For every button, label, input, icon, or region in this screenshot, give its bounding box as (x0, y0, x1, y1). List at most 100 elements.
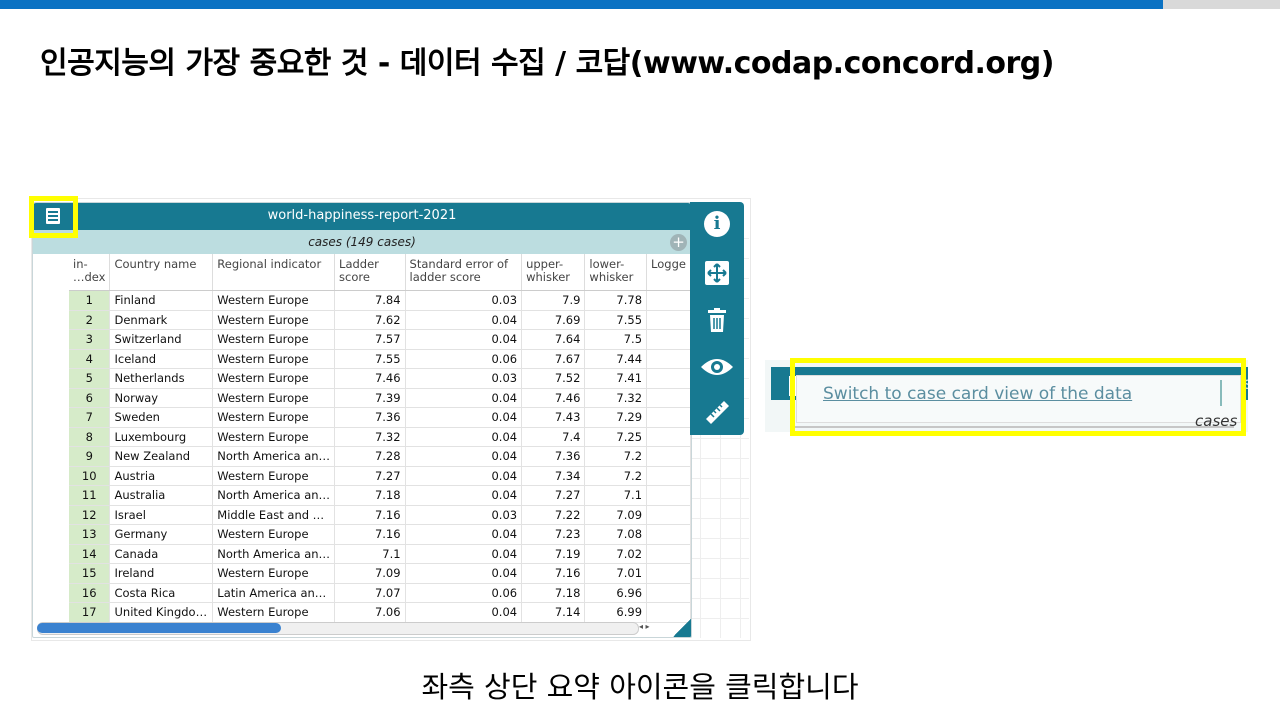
table-cell[interactable]: 7.55 (334, 349, 406, 369)
table-cell[interactable]: 7.18 (334, 485, 406, 506)
table-row[interactable]: 17 United Kingdo… Western Europe 7.06 0.04 7.… (69, 602, 691, 623)
table-cell[interactable]: North America an… (212, 446, 336, 467)
table-cell[interactable]: 0.04 (405, 446, 523, 467)
table-cell[interactable] (646, 290, 691, 311)
table-cell[interactable]: 7.18 (521, 583, 586, 603)
table-cell[interactable] (646, 407, 691, 428)
row-index-cell[interactable]: 17 (69, 602, 111, 623)
table-cell[interactable] (646, 446, 691, 467)
row-index-cell[interactable]: 5 (69, 368, 111, 389)
column-header[interactable]: Standard error of ladder score (405, 254, 523, 291)
table-cell[interactable]: 0.04 (405, 544, 523, 564)
table-cell[interactable]: 7.01 (584, 563, 648, 584)
table-cell[interactable]: 6.99 (584, 602, 648, 623)
row-index-cell[interactable]: 1 (69, 290, 111, 311)
table-cell[interactable]: Western Europe (212, 329, 336, 350)
table-cell[interactable]: 7.36 (521, 446, 586, 467)
scroll-arrows[interactable]: ◂ ▸ (639, 622, 671, 633)
table-cell[interactable] (646, 505, 691, 525)
table-cell[interactable]: 7.39 (334, 388, 406, 408)
table-row[interactable]: 15 Ireland Western Europe 7.09 0.04 7.16 7.01 (69, 563, 691, 584)
table-row[interactable]: 5 Netherlands Western Europe 7.46 0.03 7.52 7.… (69, 368, 691, 389)
table-cell[interactable]: Western Europe (212, 466, 336, 486)
table-cell[interactable] (646, 563, 691, 584)
table-cell[interactable]: Western Europe (212, 290, 336, 311)
table-cell[interactable]: Western Europe (212, 524, 336, 545)
table-cell[interactable]: 0.04 (405, 563, 523, 584)
table-cell[interactable]: Middle East and … (212, 505, 336, 525)
row-index-cell[interactable]: 2 (69, 310, 111, 330)
table-cell[interactable]: 7.64 (521, 329, 586, 350)
row-index-cell[interactable]: 3 (69, 329, 111, 350)
table-cell[interactable]: 7.46 (334, 368, 406, 389)
row-index-cell[interactable]: 8 (69, 427, 111, 447)
table-row[interactable]: 4 Iceland Western Europe 7.55 0.06 7.67 7.44 (69, 349, 691, 369)
table-cell[interactable]: North America an… (212, 485, 336, 506)
scrollbar-thumb[interactable] (37, 623, 281, 633)
table-cell[interactable]: 7.28 (334, 446, 406, 467)
column-header[interactable]: upper- whisker (521, 254, 586, 291)
table-row[interactable]: 1 Finland Western Europe 7.84 0.03 7.9 7.78 (69, 290, 691, 311)
scale-icon[interactable] (703, 259, 731, 287)
table-cell[interactable]: 7.19 (521, 544, 586, 564)
table-cell[interactable]: 7.84 (334, 290, 406, 311)
table-cell[interactable]: 7.2 (584, 446, 648, 467)
case-table-window[interactable]: world-happiness-report-2021 cases (149 c… (32, 202, 692, 638)
table-cell[interactable]: Western Europe (212, 602, 336, 623)
table-cell[interactable]: 0.03 (405, 368, 523, 389)
table-cell[interactable]: 7.16 (334, 524, 406, 545)
table-cell[interactable]: Israel (109, 505, 214, 525)
table-cell[interactable] (646, 310, 691, 330)
table-cell[interactable]: 7.09 (334, 563, 406, 584)
column-header[interactable]: Ladder score (334, 254, 406, 291)
table-row[interactable]: 10 Austria Western Europe 7.27 0.04 7.34 7.2 (69, 466, 691, 486)
table-cell[interactable]: 0.04 (405, 329, 523, 350)
table-cell[interactable] (646, 349, 691, 369)
table-cell[interactable]: 7.09 (584, 505, 648, 525)
table-cell[interactable]: 7.27 (334, 466, 406, 486)
row-index-cell[interactable]: 16 (69, 583, 111, 603)
table-cell[interactable]: 0.04 (405, 427, 523, 447)
table-cell[interactable]: 7.16 (334, 505, 406, 525)
row-index-cell[interactable]: 9 (69, 446, 111, 467)
table-cell[interactable]: Austria (109, 466, 214, 486)
table-cell[interactable]: 7.62 (334, 310, 406, 330)
table-cell[interactable]: 0.03 (405, 505, 523, 525)
table-cell[interactable]: Latin America an… (212, 583, 336, 603)
resize-handle-icon[interactable] (673, 619, 691, 637)
table-cell[interactable]: 7.78 (584, 290, 648, 311)
table-cell[interactable]: 0.04 (405, 310, 523, 330)
row-index-cell[interactable]: 12 (69, 505, 111, 525)
add-attribute-icon[interactable]: + (670, 234, 687, 251)
table-cell[interactable]: 0.04 (405, 485, 523, 506)
table-cell[interactable]: 7.14 (521, 602, 586, 623)
table-cell[interactable]: Ireland (109, 563, 214, 584)
row-index-cell[interactable]: 10 (69, 466, 111, 486)
table-cell[interactable] (646, 329, 691, 350)
table-cell[interactable] (646, 427, 691, 447)
table-row[interactable]: 3 Switzerland Western Europe 7.57 0.04 7.64 7.… (69, 329, 691, 350)
table-cell[interactable] (646, 485, 691, 506)
row-index-cell[interactable]: 4 (69, 349, 111, 369)
table-cell[interactable]: 7.27 (521, 485, 586, 506)
column-header[interactable]: lower- whisker (584, 254, 648, 291)
table-cell[interactable]: 7.32 (584, 388, 648, 408)
table-cell[interactable]: 7.34 (521, 466, 586, 486)
table-cell[interactable]: 0.04 (405, 524, 523, 545)
table-cell[interactable]: Canada (109, 544, 214, 564)
table-cell[interactable] (646, 524, 691, 545)
table-cell[interactable]: Western Europe (212, 310, 336, 330)
table-row[interactable]: 12 Israel Middle East and … 7.16 0.03 7.22 7.0… (69, 505, 691, 525)
table-row[interactable]: 13 Germany Western Europe 7.16 0.04 7.23 7.08 (69, 524, 691, 545)
row-index-cell[interactable]: 13 (69, 524, 111, 545)
table-cell[interactable]: Norway (109, 388, 214, 408)
table-cell[interactable]: 7.69 (521, 310, 586, 330)
table-cell[interactable]: Iceland (109, 349, 214, 369)
table-cell[interactable]: 7.4 (521, 427, 586, 447)
table-cell[interactable]: Western Europe (212, 368, 336, 389)
ruler-icon[interactable] (703, 398, 731, 426)
table-cell[interactable]: 0.04 (405, 407, 523, 428)
table-cell[interactable]: Sweden (109, 407, 214, 428)
table-cell[interactable]: Western Europe (212, 427, 336, 447)
trash-icon[interactable] (703, 306, 731, 334)
